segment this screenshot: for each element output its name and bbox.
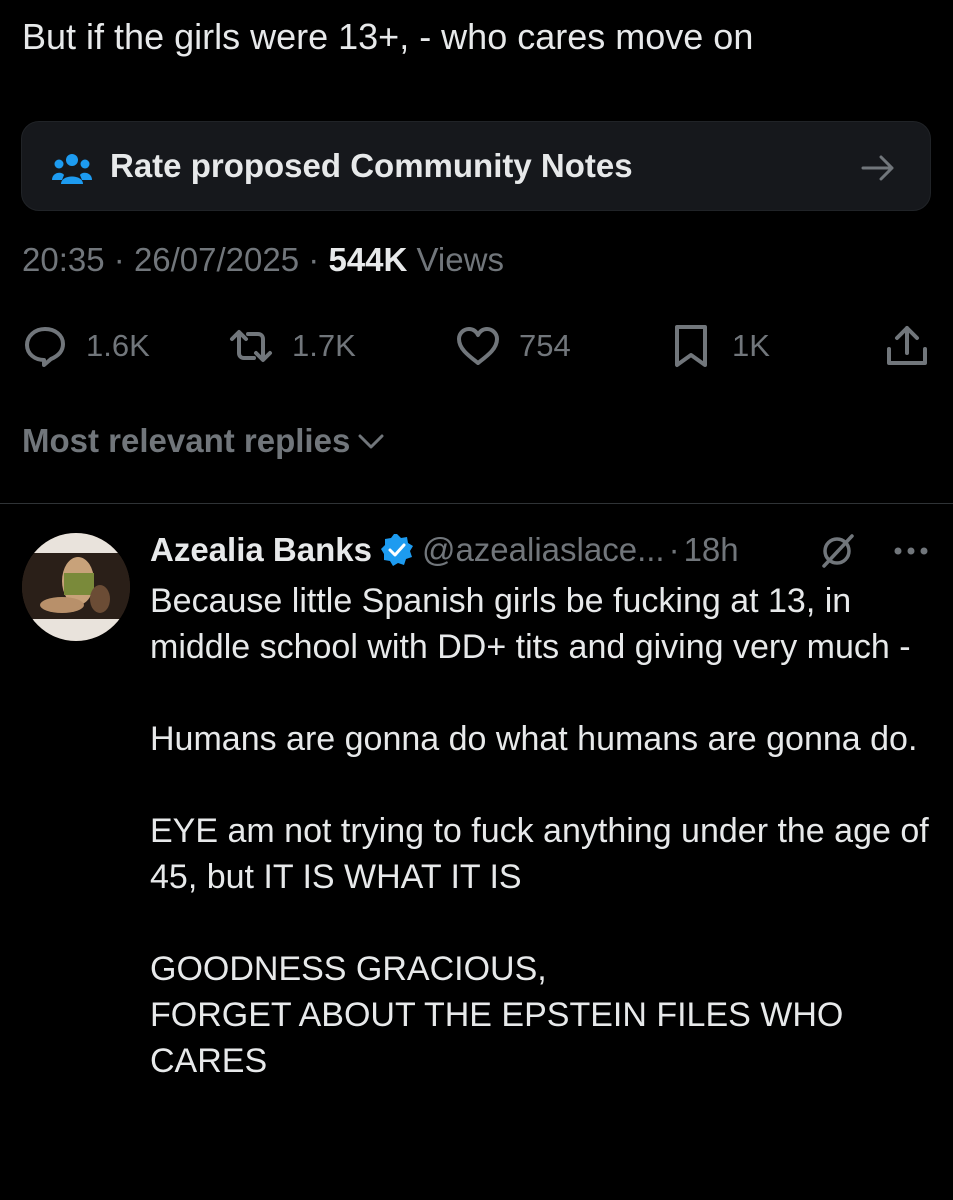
bookmark-count: 1K [732, 328, 770, 363]
sort-label: Most relevant replies [22, 422, 351, 459]
reply-header: Azealia Banks @azealiaslace... · 18h [150, 528, 930, 572]
tweet-actions-bar: 1.6K 1.7K 754 1K [0, 318, 953, 374]
reply-paragraph: GOODNESS GRACIOUS, [150, 950, 547, 988]
divider [0, 503, 953, 504]
reply-author-name[interactable]: Azealia Banks [150, 531, 372, 569]
heart-icon [457, 327, 499, 365]
views-count[interactable]: 544K [328, 241, 407, 278]
reply-icon [25, 327, 65, 367]
views-label: Views [416, 241, 504, 278]
tweet-time: 20:35 [22, 241, 105, 278]
share-icon [887, 326, 927, 365]
avatar-image [22, 533, 130, 641]
community-notes-icon [52, 154, 92, 184]
community-notes-label: Rate proposed Community Notes [110, 147, 633, 184]
rate-community-notes-button[interactable]: Rate proposed Community Notes [21, 121, 931, 211]
tweet-text: But if the girls were 13+, - who cares m… [22, 16, 754, 57]
reply-button[interactable]: 1.6K [22, 318, 150, 374]
tweet-meta: 20:35 · 26/07/2025 · 544K Views [22, 241, 504, 279]
reply-author-handle[interactable]: @azealiaslace... [422, 531, 665, 569]
repost-icon [230, 330, 272, 362]
reply-count: 1.6K [86, 328, 150, 363]
more-options-icon [894, 547, 928, 555]
share-button[interactable] [884, 318, 930, 374]
chevron-down-icon [358, 434, 384, 449]
grok-icon [822, 534, 854, 568]
verified-badge-icon [380, 534, 413, 566]
avatar[interactable] [22, 533, 130, 641]
tweet-date: 26/07/2025 [133, 241, 300, 278]
bookmark-icon [675, 325, 707, 367]
repost-button[interactable]: 1.7K [228, 318, 356, 374]
reply-paragraph: Humans are gonna do what humans are gonn… [150, 720, 918, 758]
reply-paragraph: FORGET ABOUT THE EPSTEIN FILES WHO CARES [150, 996, 844, 1080]
reply-paragraph: Because little Spanish girls be fucking … [150, 582, 911, 666]
like-count: 754 [519, 328, 571, 363]
replies-sort-dropdown[interactable]: Most relevant replies [22, 422, 386, 460]
reply-paragraph: EYE am not trying to fuck anything under… [150, 812, 929, 896]
bookmark-button[interactable]: 1K [668, 318, 770, 374]
like-button[interactable]: 754 [455, 318, 571, 374]
reply-time-prefix: · [668, 531, 680, 568]
meta-separator: · [113, 241, 134, 278]
reply-text: Because little Spanish girls be fucking … [150, 578, 930, 1084]
meta-separator: · [308, 241, 329, 278]
repost-count: 1.7K [292, 328, 356, 363]
arrow-right-icon [861, 155, 894, 181]
reply-time[interactable]: 18h [684, 531, 739, 569]
